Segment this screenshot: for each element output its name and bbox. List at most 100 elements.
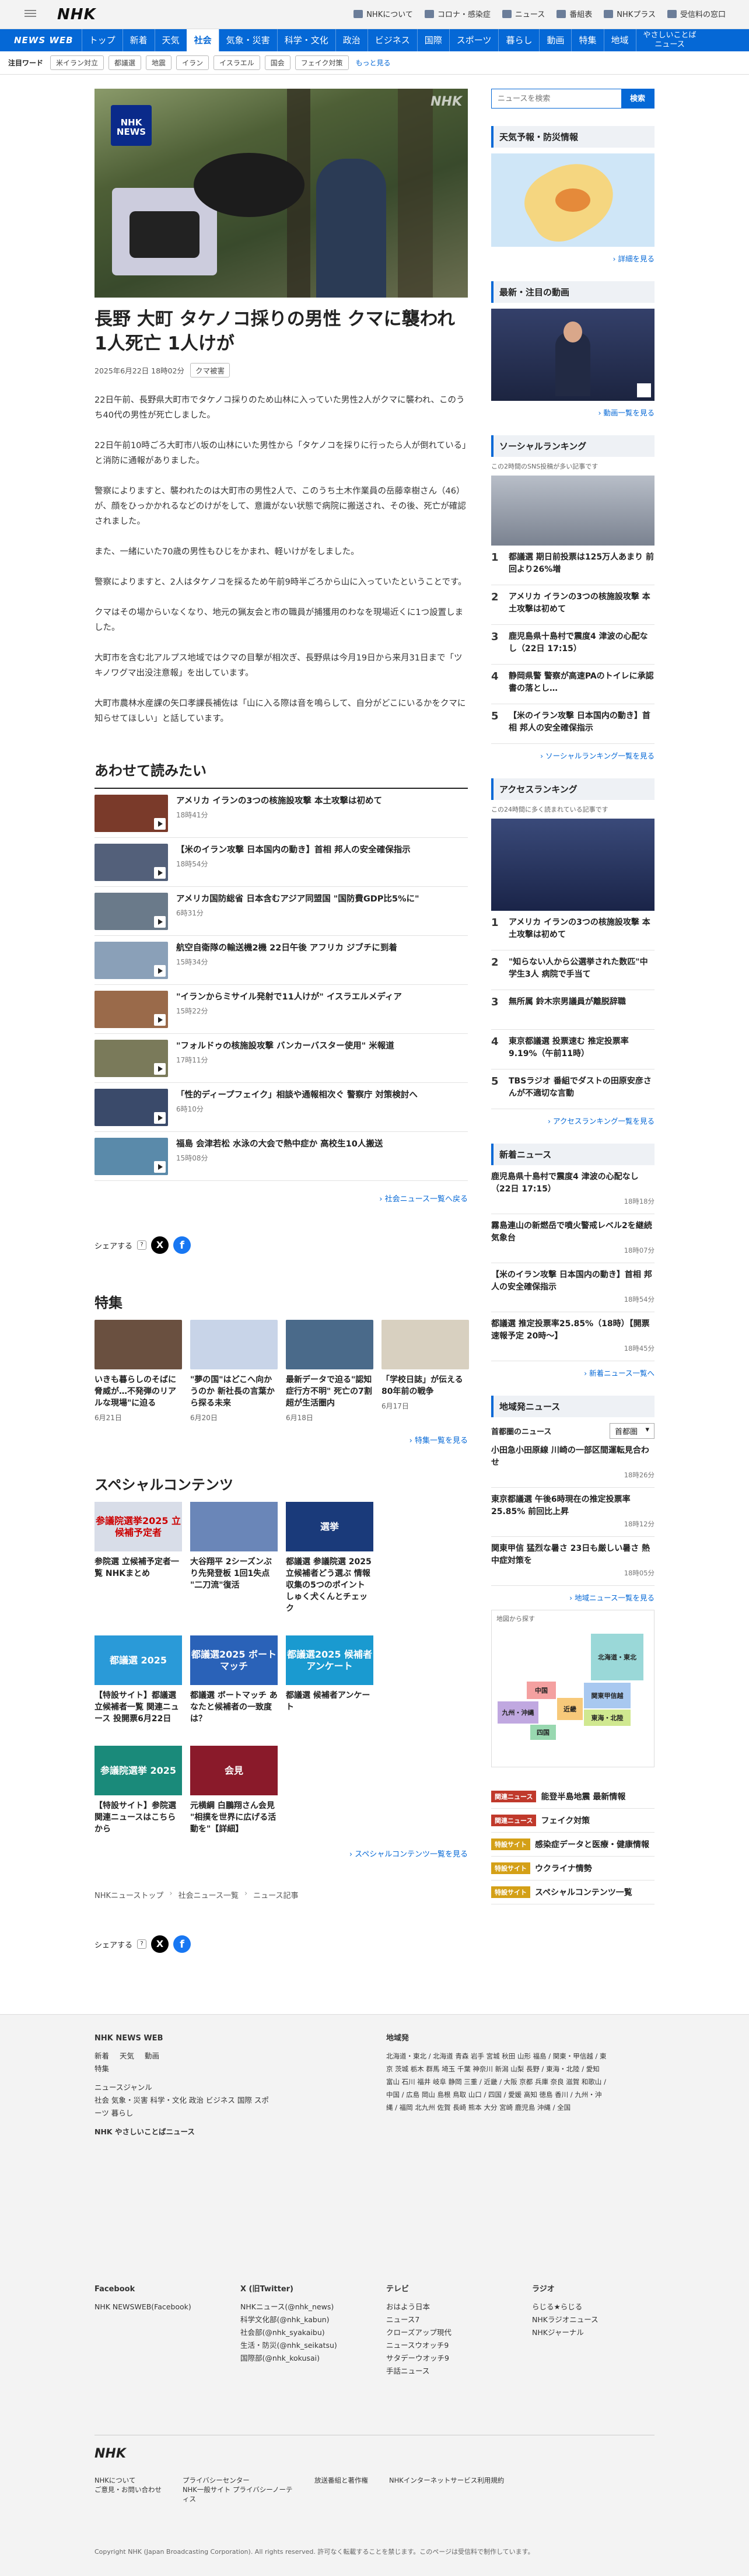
video-more-link[interactable]: 動画一覧を見る	[491, 407, 654, 418]
new-news-title[interactable]: 【米のイラン攻撃 日本国内の動き】首相 邦人の安全確保指示	[491, 1269, 654, 1294]
special-image[interactable]: 参議院選挙 2025	[94, 1746, 182, 1795]
related-title[interactable]: "フォルドゥの核施設攻撃 バンカーバスター使用" 米報道	[176, 1040, 394, 1053]
play-icon[interactable]	[154, 1161, 166, 1173]
related-item[interactable]: アメリカ国防総省 日本含むアジア同盟国 "国防費GDP比5%に" 6時31分	[94, 887, 468, 936]
feature-title[interactable]: 「学校日誌」が伝える80年前の戦争	[382, 1374, 469, 1397]
feature-image[interactable]	[286, 1320, 373, 1369]
special-card[interactable]: 参議院選挙 2025 【特設サイト】参院選 関連ニュースはこちらから	[94, 1746, 182, 1835]
related-item[interactable]: "イランからミサイル発射で11人けが" イスラエルメディア 15時22分	[94, 985, 468, 1034]
local-news-item[interactable]: 関東甲信 猛烈な暑さ 23日も厳しい暑さ 熱中症対策を 18時05分	[491, 1537, 654, 1586]
footer-link[interactable]: 動画	[145, 2050, 159, 2063]
top-link-schedule[interactable]: 番組表	[556, 8, 592, 19]
feature-image[interactable]	[94, 1320, 182, 1369]
x-share-icon[interactable]: X	[151, 1935, 169, 1953]
footer-regions[interactable]: 北海道・東北 / 北海道 青森 岩手 宮城 秋田 山形 福島 / 関東・甲信越 …	[386, 2050, 608, 2114]
special-image[interactable]: 都議選2025 候補者アンケート	[286, 1635, 373, 1685]
access-ranking-item[interactable]: 3 無所属 鈴木宗男議員が離脱辞職	[491, 990, 654, 1030]
special-link-row[interactable]: 特設サイト スペシャルコンテンツ一覧	[491, 1881, 654, 1904]
special-title[interactable]: 都議選 候補者アンケート	[286, 1690, 373, 1713]
new-news-title[interactable]: 鹿児島県十島村で震度4 津波の心配なし（22日 17:15）	[491, 1171, 654, 1196]
region-shikoku[interactable]: 四国	[530, 1725, 556, 1740]
special-card[interactable]: 大谷翔平 2シーズンぶり先発登板 1回1失点 "二刀流"復活	[190, 1502, 278, 1614]
related-title[interactable]: アメリカ国防総省 日本含むアジア同盟国 "国防費GDP比5%に"	[176, 893, 419, 906]
special-link-row[interactable]: 関連ニュース フェイク対策	[491, 1809, 654, 1833]
social-ranking-title[interactable]: 鹿児島県十島村で震度4 津波の心配なし（22日 17:15）	[509, 631, 654, 658]
footer-x-link[interactable]: 生活・防災(@nhk_seikatsu)	[240, 2339, 369, 2352]
play-icon[interactable]	[154, 916, 166, 928]
keyword-more-link[interactable]: もっと見る	[356, 58, 391, 68]
access-ranking-item[interactable]: 1 アメリカ イランの3つの核施設攻撃 本土攻撃は初めて	[491, 911, 654, 950]
related-thumbnail[interactable]	[94, 1089, 168, 1126]
footer-tv-link[interactable]: クローズアップ現代	[386, 2326, 503, 2339]
nav-weather[interactable]: 天気	[154, 29, 187, 51]
feature-card[interactable]: 最新データで迫る"認知症行方不明" 死亡の7割超が生活圏内 6月18日	[286, 1320, 373, 1422]
footer-privacy-link[interactable]: プライバシーセンター	[183, 2476, 293, 2485]
feature-title[interactable]: いきも暮らしのそばに脅威が…不発弾のリアルな現場"に迫る	[94, 1374, 182, 1409]
access-ranking-item[interactable]: 5 TBSラジオ 番組でダストの田原安彦さんが不適切な言動	[491, 1069, 654, 1109]
x-share-icon[interactable]: X	[151, 1236, 169, 1254]
menu-icon[interactable]	[24, 8, 36, 19]
nav-society[interactable]: 社会	[186, 29, 219, 51]
local-news-title[interactable]: 東京都議選 午後6時現在の推定投票率 25.85% 前回比上昇	[491, 1494, 654, 1518]
new-news-item[interactable]: 【米のイラン攻撃 日本国内の動き】首相 邦人の安全確保指示 18時54分	[491, 1263, 654, 1312]
society-list-link[interactable]: 社会ニュース一覧へ戻る	[94, 1193, 468, 1204]
nav-disaster[interactable]: 気象・災害	[218, 29, 277, 51]
related-title[interactable]: 福島 会津若松 水泳の大会で熱中症か 高校生10人搬送	[176, 1138, 383, 1151]
nav-top[interactable]: トップ	[81, 29, 123, 51]
weather-map[interactable]	[491, 153, 654, 247]
footer-tv-link[interactable]: ニュースウオッチ9	[386, 2339, 503, 2352]
related-item[interactable]: "フォルドゥの核施設攻撃 バンカーバスター使用" 米報道 17時11分	[94, 1034, 468, 1083]
footer-radio-link[interactable]: NHKラジオニュース	[532, 2313, 649, 2326]
search-button[interactable]: 検索	[621, 89, 654, 108]
feature-image[interactable]	[190, 1320, 278, 1369]
special-card[interactable]: 都議選2025 ボートマッチ 都議選 ボートマッチ あなたと候補者の一致度は？	[190, 1635, 278, 1725]
nav-feature[interactable]: 特集	[571, 29, 603, 51]
access-ranking-image[interactable]	[491, 819, 654, 911]
social-ranking-title[interactable]: アメリカ イランの3つの核施設攻撃 本土攻撃は初めて	[509, 591, 654, 618]
footer-tv-link[interactable]: ニュース7	[386, 2313, 503, 2326]
news-web-brand[interactable]: NEWS WEB	[0, 35, 82, 46]
play-icon[interactable]	[154, 818, 166, 830]
new-news-title[interactable]: 都議選 推定投票率25.85%（18時）【開票速報予定 20時〜】	[491, 1318, 654, 1343]
special-link-row[interactable]: 特設サイト 感染症データと医療・健康情報	[491, 1833, 654, 1857]
local-news-item[interactable]: 東京都議選 午後6時現在の推定投票率 25.85% 前回比上昇 18時12分	[491, 1488, 654, 1537]
play-icon[interactable]	[154, 867, 166, 879]
related-title[interactable]: 航空自衛隊の輸送機2機 22日午後 アフリカ ジブチに到着	[176, 942, 397, 955]
top-link-about[interactable]: NHKについて	[354, 8, 413, 19]
nav-new[interactable]: 新着	[122, 29, 155, 51]
feature-title[interactable]: "夢の国"はどこへ向かうのか 新社長の言葉から探る未来	[190, 1374, 278, 1409]
related-item[interactable]: 航空自衛隊の輸送機2機 22日午後 アフリカ ジブチに到着 15時34分	[94, 936, 468, 985]
footer-x-link[interactable]: 科学文化部(@nhk_kabun)	[240, 2313, 369, 2326]
related-item[interactable]: 福島 会津若松 水泳の大会で熱中症か 高校生10人搬送 15時08分	[94, 1132, 468, 1181]
new-news-item[interactable]: 鹿児島県十島村で震度4 津波の心配なし（22日 17:15） 18時18分	[491, 1165, 654, 1214]
special-link-text[interactable]: スペシャルコンテンツ一覧	[535, 1886, 632, 1898]
related-thumbnail[interactable]	[94, 1138, 168, 1175]
facebook-share-icon[interactable]: f	[173, 1935, 191, 1953]
nav-video[interactable]: 動画	[539, 29, 571, 51]
feature-card[interactable]: 「学校日誌」が伝える80年前の戦争 6月17日	[382, 1320, 469, 1422]
footer-brand[interactable]: NHK NEWS WEB	[94, 2032, 270, 2045]
local-news-item[interactable]: 小田急小田原線 川崎の一部区間運転見合わせ 18時26分	[491, 1439, 654, 1488]
play-icon[interactable]	[154, 965, 166, 977]
special-image[interactable]: 都議選2025 ボートマッチ	[190, 1635, 278, 1685]
keyword-chip[interactable]: イスラエル	[214, 55, 260, 70]
keyword-chip[interactable]: 都議選	[108, 55, 142, 70]
special-link-text[interactable]: 能登半島地震 最新情報	[541, 1791, 625, 1802]
related-title[interactable]: "イランからミサイル発射で11人けが" イスラエルメディア	[176, 991, 402, 1004]
special-card[interactable]: 会見 元横綱 白鵬翔さん会見 "相撲を世界に広げる活動を"【詳細】	[190, 1746, 278, 1835]
nav-easy-news[interactable]: やさしいことば ニュース	[635, 29, 704, 51]
special-image[interactable]: 参議院選挙2025 立候補予定者	[94, 1502, 182, 1551]
new-news-more-link[interactable]: 新着ニュース一覧へ	[491, 1367, 654, 1378]
related-item[interactable]: 「性的ディープフェイク」相談や通報相次ぐ 警察庁 対策検討へ 6時10分	[94, 1083, 468, 1132]
social-ranking-title[interactable]: 静岡県警 警察が高速PAのトイレに承認書の落とし…	[509, 670, 654, 698]
play-icon[interactable]	[154, 1063, 166, 1075]
social-ranking-title[interactable]: 都議選 期日前投票は125万人あまり 前回より26%増	[509, 551, 654, 579]
related-thumbnail[interactable]	[94, 893, 168, 930]
special-card[interactable]: 都議選 2025 【特設サイト】都議選 立候補者一覧 関連ニュース 投開票6月22…	[94, 1635, 182, 1725]
breadcrumb-society[interactable]: 社会ニュース一覧	[178, 1889, 239, 1900]
new-news-item[interactable]: 霧島連山の新燃岳で噴火警戒レベル2を継続 気象台 18時07分	[491, 1214, 654, 1263]
social-ranking-item[interactable]: 3 鹿児島県十島村で震度4 津波の心配なし（22日 17:15）	[491, 625, 654, 665]
keyword-chip[interactable]: 米イラン対立	[50, 55, 104, 70]
special-card[interactable]: 都議選2025 候補者アンケート都議選 候補者アンケート	[286, 1635, 373, 1725]
special-image[interactable]: 会見	[190, 1746, 278, 1795]
